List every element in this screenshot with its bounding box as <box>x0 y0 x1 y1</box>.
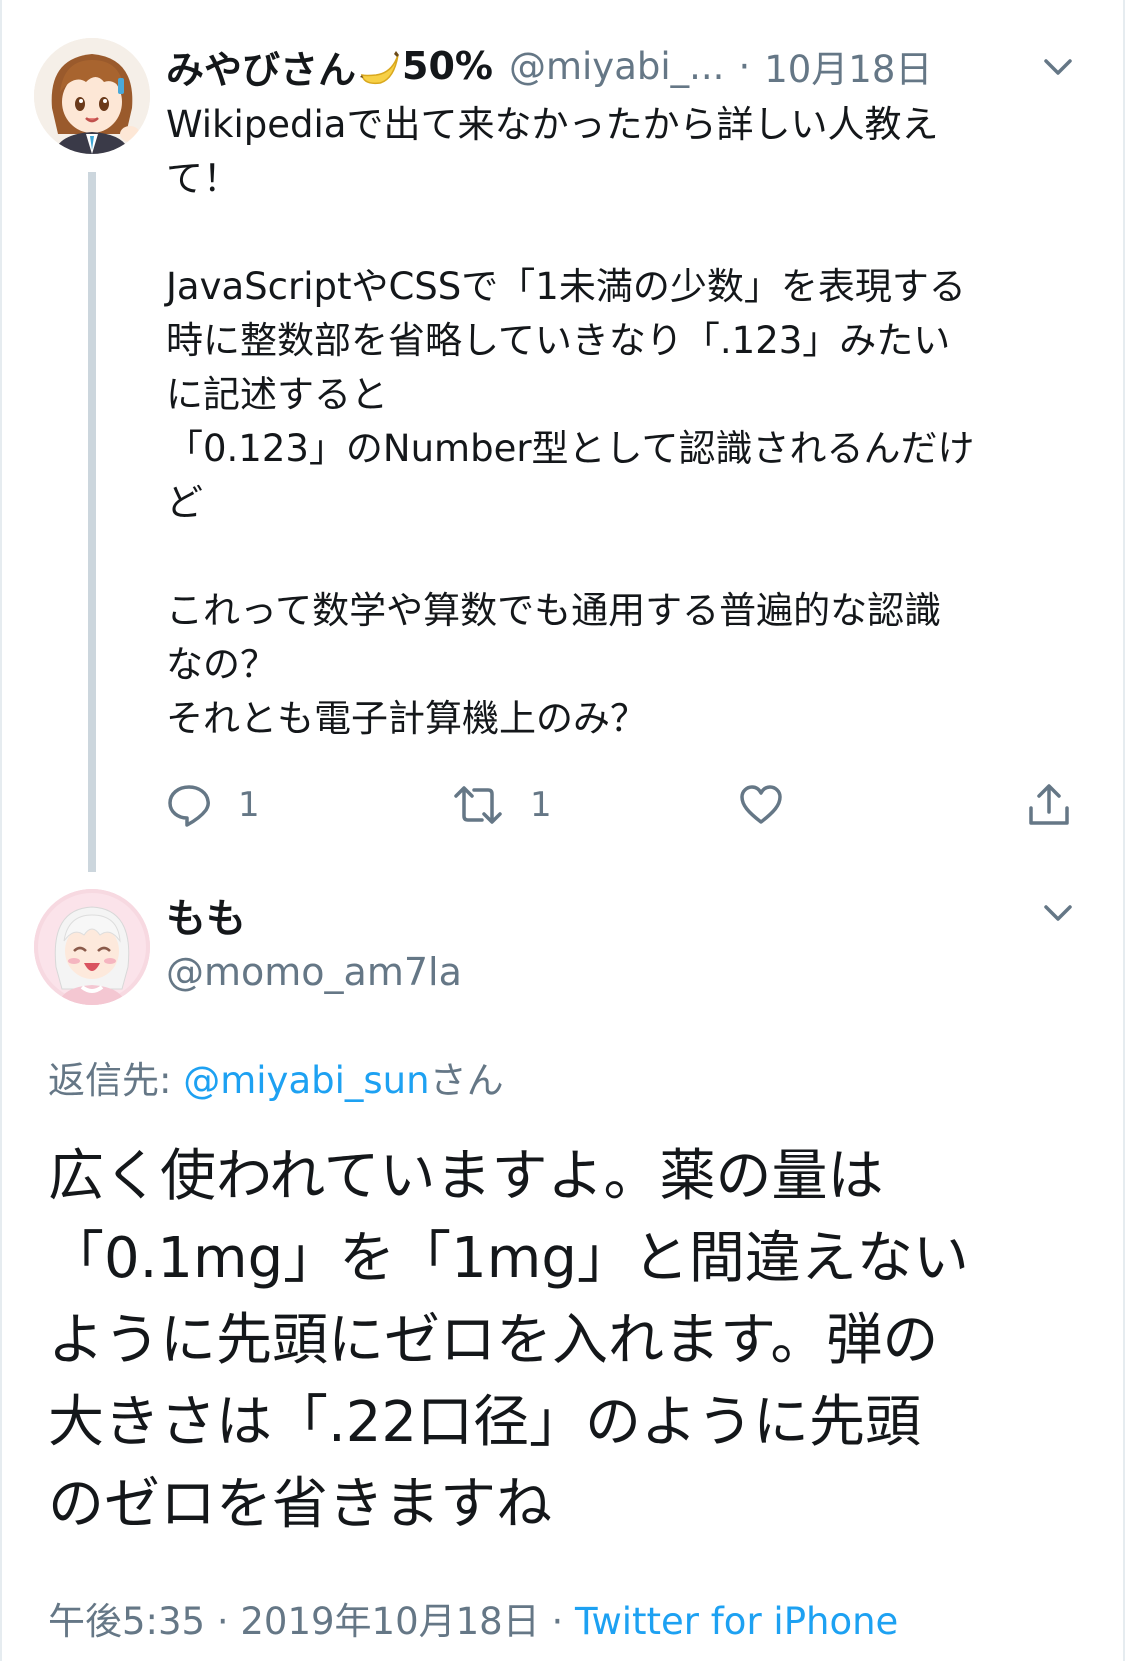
chevron-down-icon[interactable] <box>1038 52 1078 82</box>
avatar-momo-image <box>34 889 150 1005</box>
thread-connector-line <box>88 172 96 872</box>
tweet1-header: みやびさん 50% @miyabi_... · 10月18日 <box>166 38 1066 94</box>
share-button[interactable] <box>1026 775 1072 835</box>
retweet-icon <box>452 782 504 828</box>
tweet1-name-suffix: 50% <box>402 44 493 88</box>
tweet1-date[interactable]: 10月18日 <box>764 39 932 93</box>
avatar-miyabi[interactable] <box>34 38 150 154</box>
like-button[interactable] <box>738 775 784 835</box>
tweet2-display-name[interactable]: もも <box>166 886 246 944</box>
tweet2-date[interactable]: 2019年10月18日 <box>240 1600 539 1643</box>
tweet2-handle[interactable]: @momo_am7la <box>166 950 462 994</box>
tweet1-display-name[interactable]: みやびさん <box>166 39 356 94</box>
tweet1-text: Wikipediaで出て来なかったから詳しい人教え て！ JavaScriptや… <box>166 103 975 740</box>
reply-count: 1 <box>238 785 260 825</box>
share-icon <box>1026 782 1072 828</box>
tweet2-time[interactable]: 午後5:35 <box>48 1600 205 1643</box>
reply-mention-link[interactable]: @miyabi_sun <box>183 1059 429 1102</box>
tweet2-metadata: 午後5:35 · 2019年10月18日 · Twitter for iPhon… <box>48 1591 898 1645</box>
tweet2-source-link[interactable]: Twitter for iPhone <box>575 1600 898 1643</box>
banana-icon <box>358 45 400 87</box>
replying-to: 返信先: @miyabi_sunさん <box>48 1050 504 1104</box>
avatar-momo[interactable] <box>34 889 150 1005</box>
tweet2-text: 広く使われていますよ。薬の量は 「0.1mg」を「1mg」と間違えない ように先… <box>48 1144 969 1537</box>
retweet-count: 1 <box>530 785 552 825</box>
chevron-down-icon[interactable] <box>1038 898 1078 928</box>
reply-icon <box>166 782 212 828</box>
retweet-button[interactable]: 1 <box>452 775 552 835</box>
tweet1-separator: · <box>738 44 751 88</box>
frame-border-left <box>0 0 2 1661</box>
avatar-miyabi-image <box>34 38 150 154</box>
tweet2-separator-1: · <box>216 1600 229 1643</box>
like-icon <box>738 782 784 828</box>
tweet1-handle[interactable]: @miyabi_... <box>509 45 724 88</box>
reply-button[interactable]: 1 <box>166 775 260 835</box>
replying-to-suffix: さん <box>429 1059 504 1102</box>
tweet1-action-bar: 1 1 <box>166 775 1076 835</box>
tweet2-separator-2: · <box>551 1600 564 1643</box>
replying-to-label: 返信先: <box>48 1059 172 1102</box>
